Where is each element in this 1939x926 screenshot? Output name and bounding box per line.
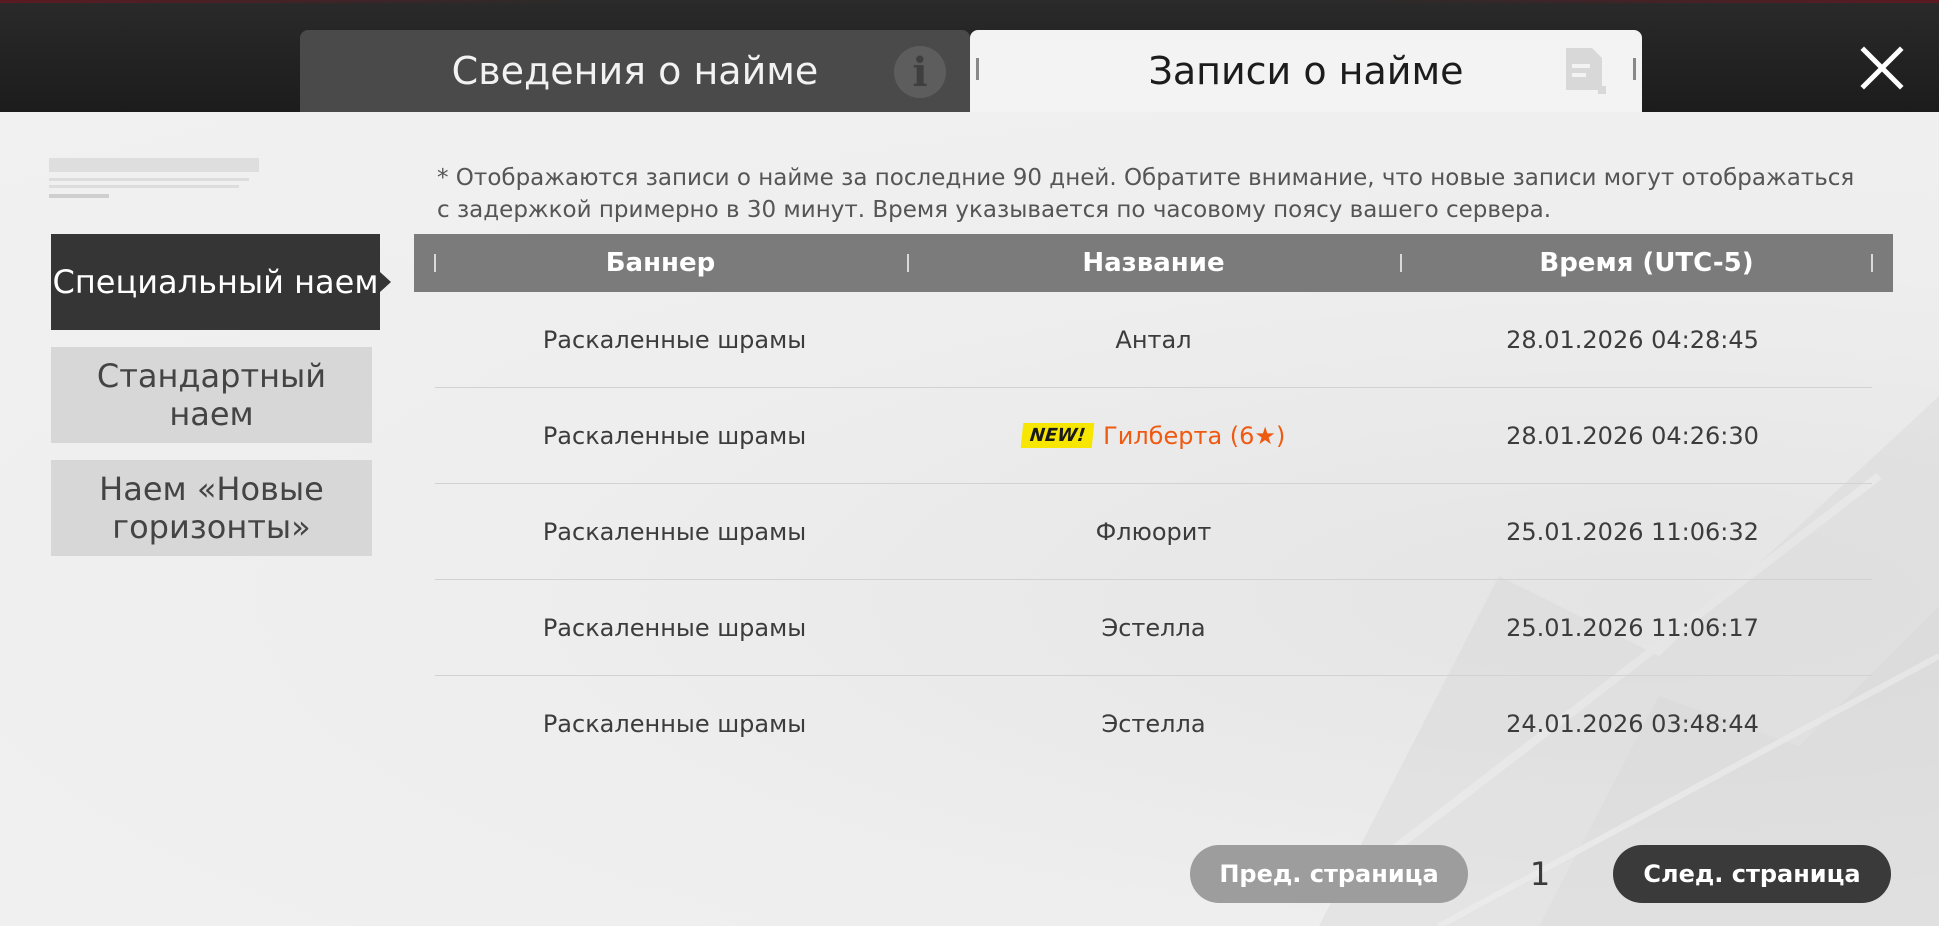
header-divider <box>1871 254 1873 272</box>
tab-hire-info-label: Сведения о найме <box>451 49 819 93</box>
cell-name-highlight: Гилберта (6★) <box>1103 421 1286 450</box>
column-header-label: Баннер <box>605 248 716 278</box>
cell-time: 28.01.2026 04:26:30 <box>1506 421 1759 450</box>
tab-hire-info[interactable]: Сведения о найме i <box>300 30 970 132</box>
info-icon: i <box>894 46 946 98</box>
column-header-name: Название <box>907 234 1400 292</box>
column-header-time: Время (UTC-5) <box>1400 234 1893 292</box>
new-badge: NEW! <box>1020 423 1095 448</box>
cell-name: Эстелла <box>1101 710 1206 738</box>
cell-name: Эстелла <box>1101 613 1206 642</box>
sidebar-item-label: Наем «Новые горизонты» <box>99 470 324 546</box>
records-table-body: Раскаленные шрамы Антал 28.01.2026 04:28… <box>435 292 1872 772</box>
table-row: Раскаленные шрамы NEW! Гилберта (6★) 28.… <box>435 388 1872 484</box>
sidebar-item-standard-hire[interactable]: Стандартный наем <box>51 347 372 443</box>
records-panel: Специальный наем Стандартный наем Наем «… <box>0 112 1939 926</box>
cell-name: Флюорит <box>1095 517 1212 546</box>
sidebar-item-special-hire[interactable]: Специальный наем <box>51 234 391 330</box>
document-icon <box>1566 48 1606 94</box>
cell-name: NEW! Гилберта (6★) <box>914 422 1393 450</box>
cell-banner: Раскаленные шрамы <box>542 710 807 738</box>
cell-time: 28.01.2026 04:28:45 <box>1506 325 1759 354</box>
sidebar-item-label: Специальный наем <box>52 263 379 301</box>
tab-divider <box>1633 58 1636 80</box>
sidebar-item-label: Стандартный наем <box>96 357 327 433</box>
column-header-banner: Баннер <box>414 234 907 292</box>
records-notice: * Отображаются записи о найме за последн… <box>437 165 1855 223</box>
top-bar: Сведения о найме i Записи о найме <box>0 0 1939 132</box>
logo-scrap-decoration <box>49 158 259 198</box>
table-row: Раскаленные шрамы Антал 28.01.2026 04:28… <box>435 292 1872 388</box>
tab-divider <box>976 58 979 80</box>
tab-hire-records[interactable]: Записи о найме <box>970 30 1642 132</box>
close-icon[interactable] <box>1858 44 1906 92</box>
cell-time: 24.01.2026 03:48:44 <box>1506 710 1759 738</box>
table-row: Раскаленные шрамы Флюорит 25.01.2026 11:… <box>435 484 1872 580</box>
column-header-label: Название <box>1082 248 1225 278</box>
cell-banner: Раскаленные шрамы <box>542 517 807 546</box>
next-page-button[interactable]: След. страница <box>1613 845 1891 903</box>
cell-time: 25.01.2026 11:06:17 <box>1506 613 1759 642</box>
table-row: Раскаленные шрамы Эстелла 24.01.2026 03:… <box>435 676 1872 772</box>
cell-banner: Раскаленные шрамы <box>542 421 807 450</box>
header-divider <box>434 254 436 272</box>
header-divider <box>1400 254 1402 272</box>
table-header: Баннер Название Время (UTC-5) <box>414 234 1893 292</box>
sidebar-item-new-horizons-hire[interactable]: Наем «Новые горизонты» <box>51 460 372 556</box>
tab-hire-records-label: Записи о найме <box>1148 49 1464 93</box>
header-divider <box>907 254 909 272</box>
prev-page-button[interactable]: Пред. страница <box>1190 845 1468 903</box>
cell-banner: Раскаленные шрамы <box>542 325 807 354</box>
cell-time: 25.01.2026 11:06:32 <box>1506 517 1759 546</box>
cell-banner: Раскаленные шрамы <box>542 613 807 642</box>
column-header-label: Время (UTC-5) <box>1539 248 1754 278</box>
table-row: Раскаленные шрамы Эстелла 25.01.2026 11:… <box>435 580 1872 676</box>
page-number: 1 <box>1529 855 1551 893</box>
cell-name: Антал <box>1115 325 1192 354</box>
